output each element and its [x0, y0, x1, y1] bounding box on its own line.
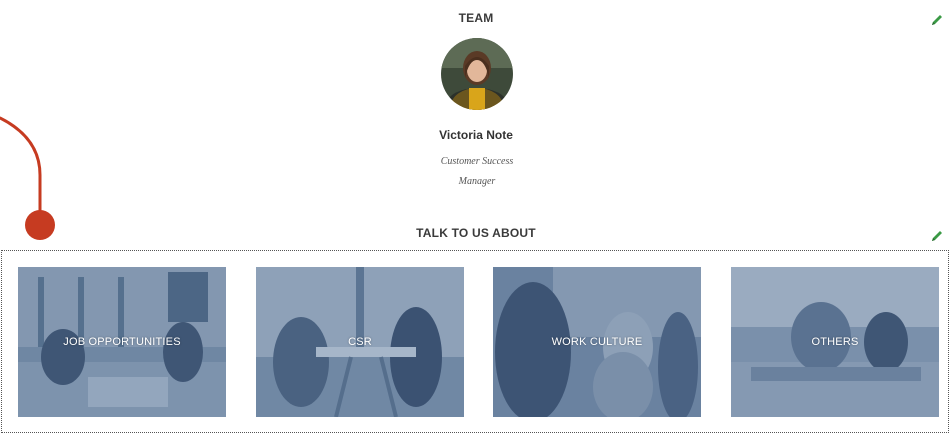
card-label: CSR [348, 336, 372, 348]
card-label: WORK CULTURE [551, 336, 643, 348]
pencil-icon[interactable] [929, 228, 945, 244]
member-name: Victoria Note [439, 128, 513, 142]
card-label: JOB OPPORTUNITIES [63, 336, 181, 348]
member-role-line2: Manager [458, 176, 496, 187]
member-role-line1: Customer Success [440, 156, 514, 167]
pointer-annotation [0, 116, 55, 240]
avatar [441, 38, 513, 110]
talk-section-title: TALK TO US ABOUT [416, 226, 536, 240]
pencil-icon[interactable] [929, 12, 945, 28]
card-job-opportunities[interactable]: JOB OPPORTUNITIES [18, 267, 226, 417]
member-role: Customer Success Manager [377, 152, 577, 192]
team-section-title: TEAM [458, 11, 494, 25]
card-csr[interactable]: CSR [256, 267, 464, 417]
card-others[interactable]: OTHERS [731, 267, 939, 417]
page: TEAM Victoria Note Customer Success Mana… [0, 0, 952, 439]
card-label: OTHERS [811, 336, 859, 348]
card-work-culture[interactable]: WORK CULTURE [493, 267, 701, 417]
